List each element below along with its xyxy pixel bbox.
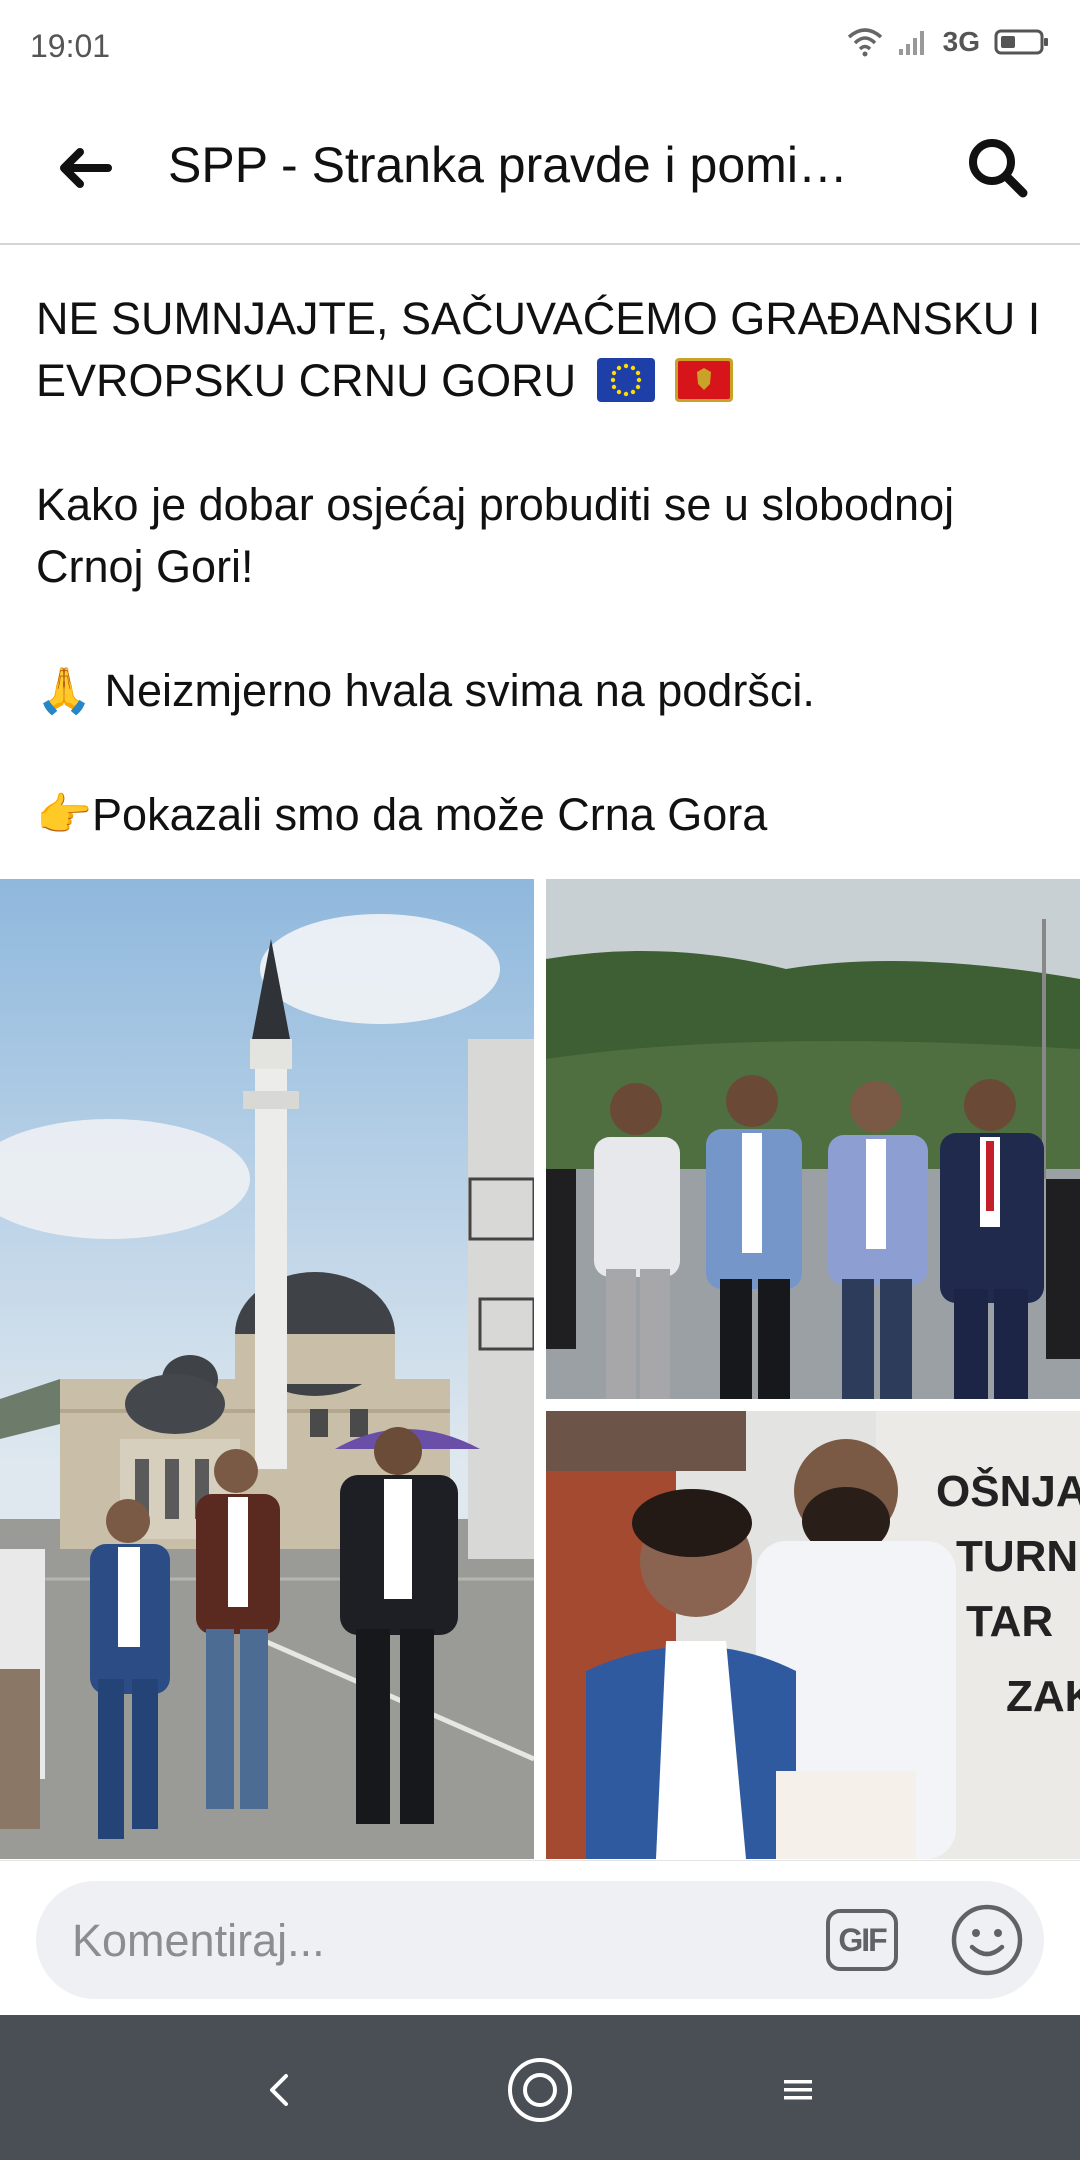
post-line-4: 👉Pokazali smo da može Crna Gora [36, 789, 768, 840]
nav-back-icon [270, 2074, 288, 2106]
eu-flag-icon [596, 358, 655, 402]
back-arrow-icon [60, 148, 112, 188]
wifi-icon [847, 28, 882, 57]
signal-icon [898, 31, 924, 55]
post-text: NE SUMNJAJTE, SAČUVAĆEMO GRAĐANSKU I EVR… [36, 288, 1046, 846]
wall-text-line-4: ZAK [1006, 1672, 1080, 1721]
nav-menu-button[interactable] [763, 2055, 833, 2125]
post-headline-text: NE SUMNJAJTE, SAČUVAĆEMO GRAĐANSKU I EVR… [36, 293, 1041, 406]
photo-mosque-street[interactable] [0, 879, 534, 1859]
status-bar: 19:01 3G [0, 0, 1080, 92]
page-header: SPP - Stranka pravde i pomi… [0, 92, 1080, 245]
back-button[interactable] [48, 132, 120, 204]
nav-menu-icon [784, 2080, 812, 2100]
status-time: 19:01 [30, 28, 111, 64]
photo-grid: OŠNJAČKI TURNI TAR ZAK [0, 879, 1080, 1859]
comment-bar: Komentiraj... GIF [0, 1860, 1080, 2015]
gif-button[interactable]: GIF [826, 1909, 898, 1971]
montenegro-flag-icon [675, 358, 734, 402]
photo-group-hillside[interactable] [546, 879, 1080, 1399]
comment-input[interactable]: Komentiraj... GIF [36, 1881, 1044, 1999]
system-nav-bar [0, 2015, 1080, 2160]
battery-icon [994, 29, 1048, 55]
nav-home-icon [508, 2058, 572, 2122]
network-type: 3G [942, 26, 980, 57]
page-title: SPP - Stranka pravde i pomi… [168, 137, 848, 193]
nav-home-button[interactable] [505, 2055, 575, 2125]
search-button[interactable] [958, 128, 1038, 208]
status-icons: 3G [847, 26, 1050, 58]
wall-text-line-1: OŠNJAČKI [936, 1465, 1080, 1516]
wall-text-line-2: TURNI [956, 1532, 1080, 1581]
photo-two-men-wall[interactable]: OŠNJAČKI TURNI TAR ZAK [546, 1411, 1080, 1859]
search-icon [969, 139, 1028, 198]
post-line-3: 🙏 Neizmjerno hvala svima na podršci. [36, 665, 815, 716]
nav-back-button[interactable] [245, 2055, 315, 2125]
wall-text-line-3: TAR [966, 1597, 1053, 1646]
post-line-headline: NE SUMNJAJTE, SAČUVAĆEMO GRAĐANSKU I EVR… [36, 288, 1046, 412]
post-line-2: Kako je dobar osjećaj probuditi se u slo… [36, 479, 955, 592]
smiley-icon[interactable] [948, 1901, 1026, 1979]
comment-placeholder: Komentiraj... [72, 1915, 325, 1966]
